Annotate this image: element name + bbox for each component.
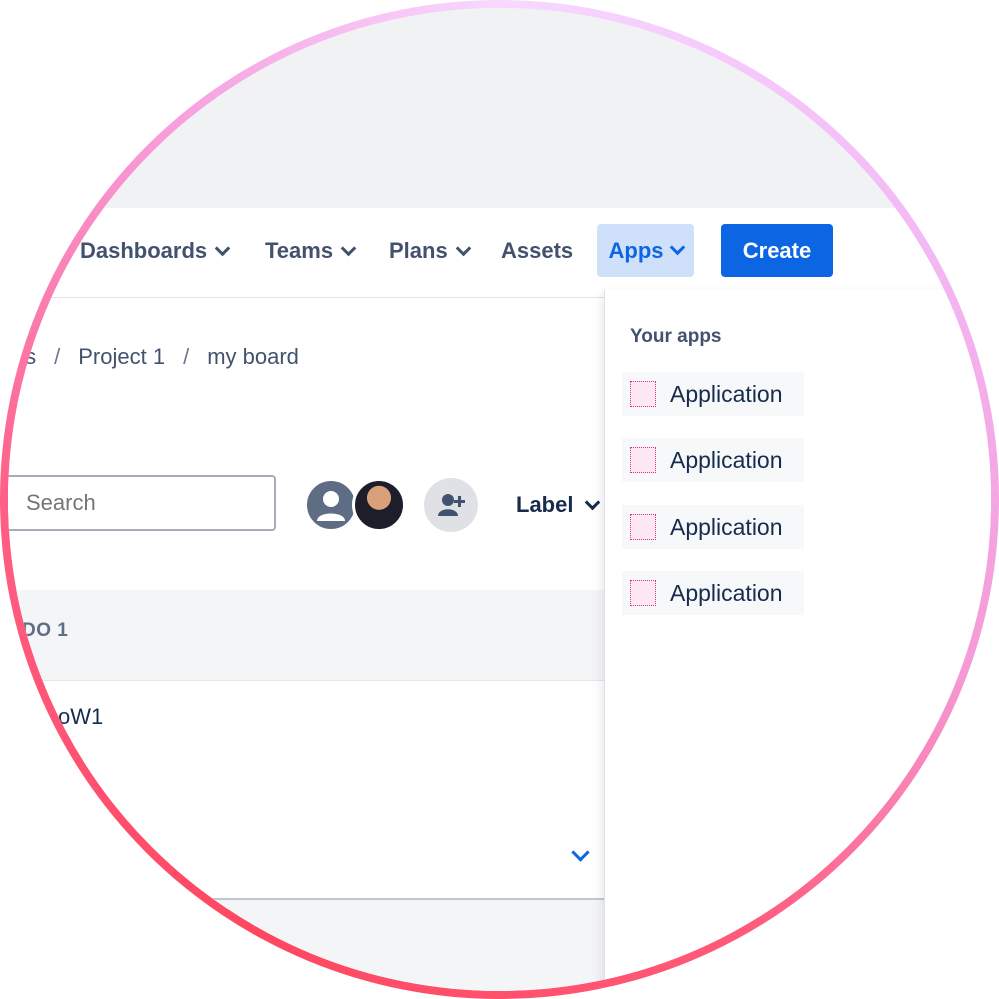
label-filter-dropdown[interactable]: Label — [516, 492, 601, 518]
chevron-down-icon — [340, 240, 357, 256]
breadcrumb-projects[interactable]: cts — [8, 344, 36, 370]
nav-dashboards[interactable]: Dashboards — [80, 236, 231, 266]
breadcrumb-project[interactable]: Project 1 — [78, 344, 165, 370]
chevron-down-icon — [669, 239, 685, 256]
avatar-unassigned[interactable] — [304, 478, 358, 532]
add-user-icon — [438, 494, 465, 516]
breadcrumb-board[interactable]: my board — [207, 344, 299, 370]
nav-dashboards-label: Dashboards — [80, 238, 208, 263]
app-placeholder-icon — [630, 447, 656, 473]
breadcrumb-separator: / — [54, 344, 61, 369]
nav-plans-label: Plans — [389, 238, 448, 263]
app-menu-item-label: Application — [670, 579, 783, 606]
app-menu-item[interactable]: Application — [622, 372, 804, 416]
apps-menu-button[interactable]: Apps — [597, 224, 694, 277]
create-button[interactable]: Create — [721, 224, 833, 277]
create-label: Create — [742, 237, 812, 263]
column-title: DO 1 — [22, 620, 69, 641]
app-menu-item[interactable]: Application — [622, 505, 804, 549]
zoom-viewport: Dashboards Teams Plans Assets Apps Creat… — [8, 8, 991, 991]
breadcrumb: cts / Project 1 / my board — [8, 344, 299, 370]
expand-chevron-icon[interactable] — [570, 843, 590, 864]
app-menu-item[interactable]: Application — [622, 438, 804, 482]
person-icon — [317, 491, 345, 521]
app-placeholder-icon — [630, 580, 656, 606]
app-menu-item-label: Application — [670, 446, 783, 473]
nav-teams-label: Teams — [265, 238, 334, 263]
search-input[interactable] — [8, 475, 276, 531]
nav-teams[interactable]: Teams — [265, 236, 357, 266]
app-placeholder-icon — [630, 381, 656, 407]
nav-assets[interactable]: Assets — [501, 236, 573, 266]
nav-plans[interactable]: Plans — [389, 236, 471, 266]
label-filter-text: Label — [516, 492, 574, 517]
avatar-user[interactable] — [352, 478, 406, 532]
board-footer-area — [8, 900, 628, 991]
issue-card-summary[interactable]: oW1 — [58, 704, 103, 730]
chevron-down-icon — [214, 240, 231, 256]
app-menu-item[interactable]: Application — [622, 571, 804, 615]
nav-assets-label: Assets — [501, 238, 574, 263]
app-menu-item-label: Application — [670, 513, 783, 540]
chevron-down-icon — [455, 240, 471, 256]
top-background — [8, 8, 991, 208]
breadcrumb-separator: / — [183, 344, 190, 369]
apps-dropdown-title: Your apps — [630, 326, 722, 347]
add-people-button[interactable] — [424, 478, 478, 532]
app-placeholder-icon — [630, 514, 656, 540]
app-menu-item-label: Application — [670, 380, 783, 407]
column-header — [8, 590, 648, 681]
chevron-down-icon — [585, 494, 601, 510]
apps-label: Apps — [608, 237, 664, 263]
